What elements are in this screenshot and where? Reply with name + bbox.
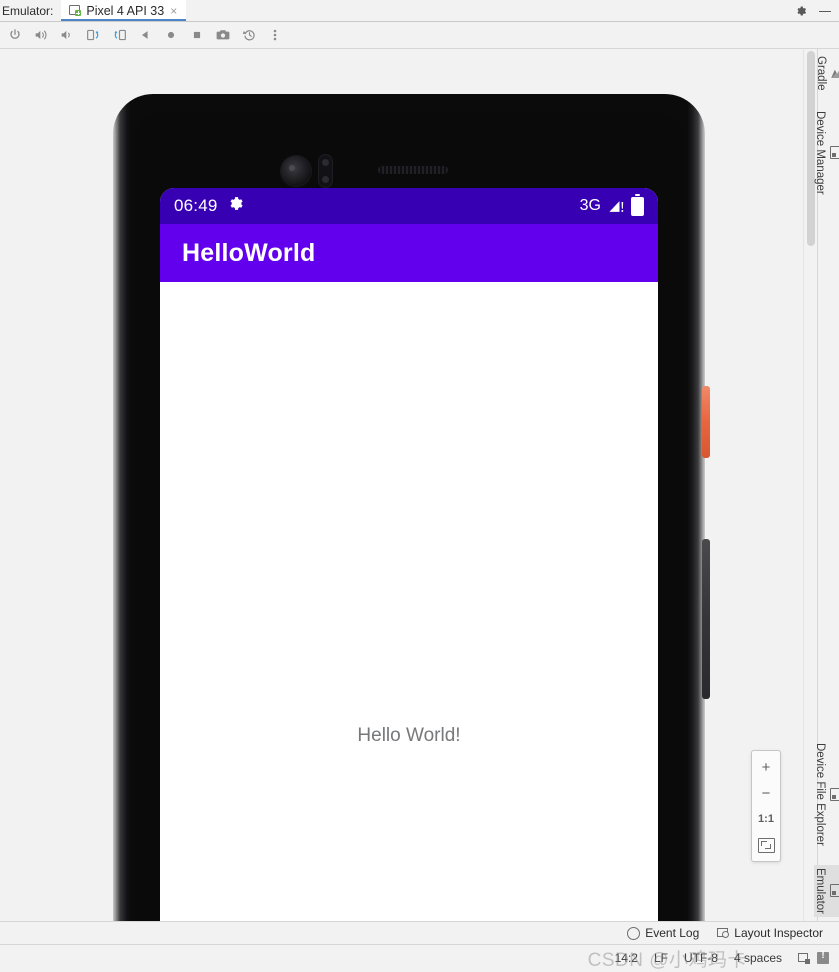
device-screen-area: 06:49 3G HelloWorld Hello World!	[135, 112, 683, 921]
emulator-body: 06:49 3G HelloWorld Hello World! + − 1:1…	[0, 49, 839, 921]
rail-item-device-manager[interactable]: Device Manager	[814, 108, 839, 198]
front-camera-icon	[281, 156, 311, 186]
proximity-sensor-icon	[318, 154, 333, 188]
android-studio-emulator-window: Emulator: Pixel 4 API 33 × 06:49 3G Hell…	[0, 0, 839, 971]
device-add-icon	[69, 5, 82, 16]
caret-position[interactable]: 14:2	[615, 951, 638, 965]
tabstrip-actions	[795, 0, 839, 21]
device-manager-icon	[830, 145, 839, 159]
event-log-label: Event Log	[645, 926, 700, 940]
close-icon[interactable]: ×	[169, 5, 178, 17]
app-bar: HelloWorld	[160, 224, 658, 282]
rail-item-label: Device Manager	[814, 110, 826, 195]
rail-item-label: Emulator	[814, 867, 826, 914]
device-frame: 06:49 3G HelloWorld Hello World!	[113, 94, 710, 921]
hardware-volume-rocker[interactable]	[702, 539, 710, 699]
network-type-label: 3G	[579, 197, 601, 214]
event-log-button[interactable]: Event Log	[627, 926, 699, 940]
overview-button[interactable]	[184, 23, 210, 47]
rail-item-gradle[interactable]: Gradle	[815, 53, 839, 94]
rail-item-emulator[interactable]: Emulator	[814, 864, 839, 917]
event-log-icon	[627, 926, 641, 940]
gear-icon	[227, 195, 244, 217]
device-file-explorer-icon	[830, 788, 839, 802]
rail-item-device-file-explorer[interactable]: Device File Explorer	[814, 740, 839, 849]
status-bar-right: 3G	[579, 193, 644, 216]
fit-to-screen-button[interactable]	[753, 832, 779, 858]
actual-size-button[interactable]: 1:1	[753, 806, 779, 832]
devices-icon[interactable]	[798, 952, 810, 964]
status-bar-icons	[798, 950, 829, 964]
warning-icon[interactable]	[817, 950, 829, 964]
layout-inspector-icon	[717, 928, 730, 938]
zoom-controls: + − 1:1	[751, 750, 781, 862]
more-button[interactable]	[262, 23, 288, 47]
tool-window-title: Emulator:	[2, 3, 54, 18]
power-button[interactable]	[2, 23, 28, 47]
hardware-power-button[interactable]	[702, 386, 710, 458]
minimize-icon[interactable]	[819, 5, 831, 17]
file-encoding[interactable]: UTF-8	[684, 951, 718, 965]
tool-window-tabstrip: Emulator: Pixel 4 API 33 ×	[0, 0, 839, 22]
rail-item-label: Device File Explorer	[814, 743, 826, 846]
rotate-right-button[interactable]	[106, 23, 132, 47]
android-status-bar: 06:49 3G	[160, 188, 658, 224]
emulator-canvas[interactable]: 06:49 3G HelloWorld Hello World! + − 1:1	[0, 49, 817, 921]
volume-up-button[interactable]	[28, 23, 54, 47]
home-button[interactable]	[158, 23, 184, 47]
zoom-in-button[interactable]: +	[753, 754, 779, 780]
app-content: Hello World!	[160, 282, 658, 921]
status-bar: Event Log Layout Inspector	[0, 921, 839, 944]
tab-label: Pixel 4 API 33	[86, 3, 165, 18]
device-display[interactable]: 06:49 3G HelloWorld Hello World!	[160, 188, 658, 921]
line-separator[interactable]: LF	[654, 951, 668, 965]
gear-icon[interactable]	[795, 5, 807, 17]
status-bar-clock: 06:49	[174, 196, 218, 215]
battery-full-icon	[631, 193, 644, 216]
hello-world-text: Hello World!	[357, 725, 461, 746]
earpiece-speaker-icon	[378, 166, 448, 174]
right-rail-top: Gradle Device Manager	[814, 49, 839, 197]
signal-warning-icon	[608, 199, 624, 213]
rail-item-label: Gradle	[815, 56, 827, 91]
editor-status-bar: 14:2 LF UTF-8 4 spaces CSDN @小鸡玛卡	[0, 944, 839, 971]
layout-inspector-label: Layout Inspector	[734, 926, 823, 940]
zoom-out-button[interactable]: −	[753, 780, 779, 806]
back-button[interactable]	[132, 23, 158, 47]
emulator-toolbar	[0, 22, 839, 49]
rotate-left-button[interactable]	[80, 23, 106, 47]
history-button[interactable]	[236, 23, 262, 47]
tab-pixel-4-api-33[interactable]: Pixel 4 API 33 ×	[61, 0, 187, 21]
right-tool-rail: Gradle Device Manager Device File Explor…	[814, 49, 839, 921]
app-bar-title: HelloWorld	[182, 238, 316, 267]
gradle-icon	[831, 69, 839, 79]
volume-down-button[interactable]	[54, 23, 80, 47]
status-bar-left: 06:49	[174, 195, 244, 217]
fit-to-screen-icon	[757, 837, 775, 853]
indent-setting[interactable]: 4 spaces	[734, 951, 782, 965]
screenshot-button[interactable]	[210, 23, 236, 47]
emulator-icon	[830, 884, 839, 898]
layout-inspector-button[interactable]: Layout Inspector	[717, 926, 823, 940]
right-rail-bottom: Device File Explorer Emulator	[814, 740, 839, 921]
